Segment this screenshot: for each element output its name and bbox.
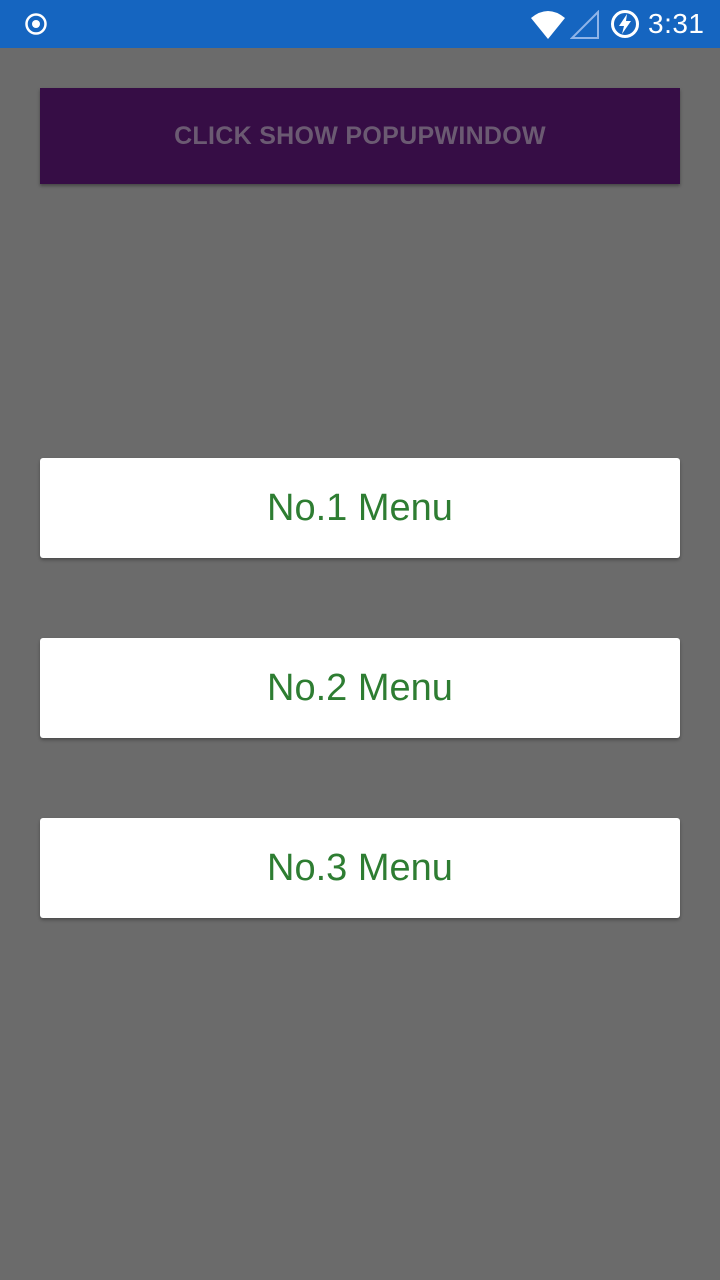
show-popup-button[interactable]: CLICK SHOW POPUPWINDOW	[40, 88, 680, 184]
popup-menu-item-label: No.2 Menu	[267, 666, 453, 709]
popup-menu-item-label: No.3 Menu	[267, 846, 453, 889]
status-bar: 3:31	[0, 0, 720, 48]
popup-menu-item-3[interactable]: No.3 Menu	[40, 818, 680, 918]
signal-icon	[570, 10, 599, 39]
show-popup-button-label: CLICK SHOW POPUPWINDOW	[174, 121, 546, 150]
popup-menu-item-1[interactable]: No.1 Menu	[40, 458, 680, 558]
battery-charging-icon	[611, 10, 639, 38]
wifi-icon	[531, 11, 565, 39]
popup-menu-item-label: No.1 Menu	[267, 486, 453, 529]
record-icon	[25, 13, 47, 35]
status-time: 3:31	[648, 8, 705, 39]
popup-menu-item-2[interactable]: No.2 Menu	[40, 638, 680, 738]
